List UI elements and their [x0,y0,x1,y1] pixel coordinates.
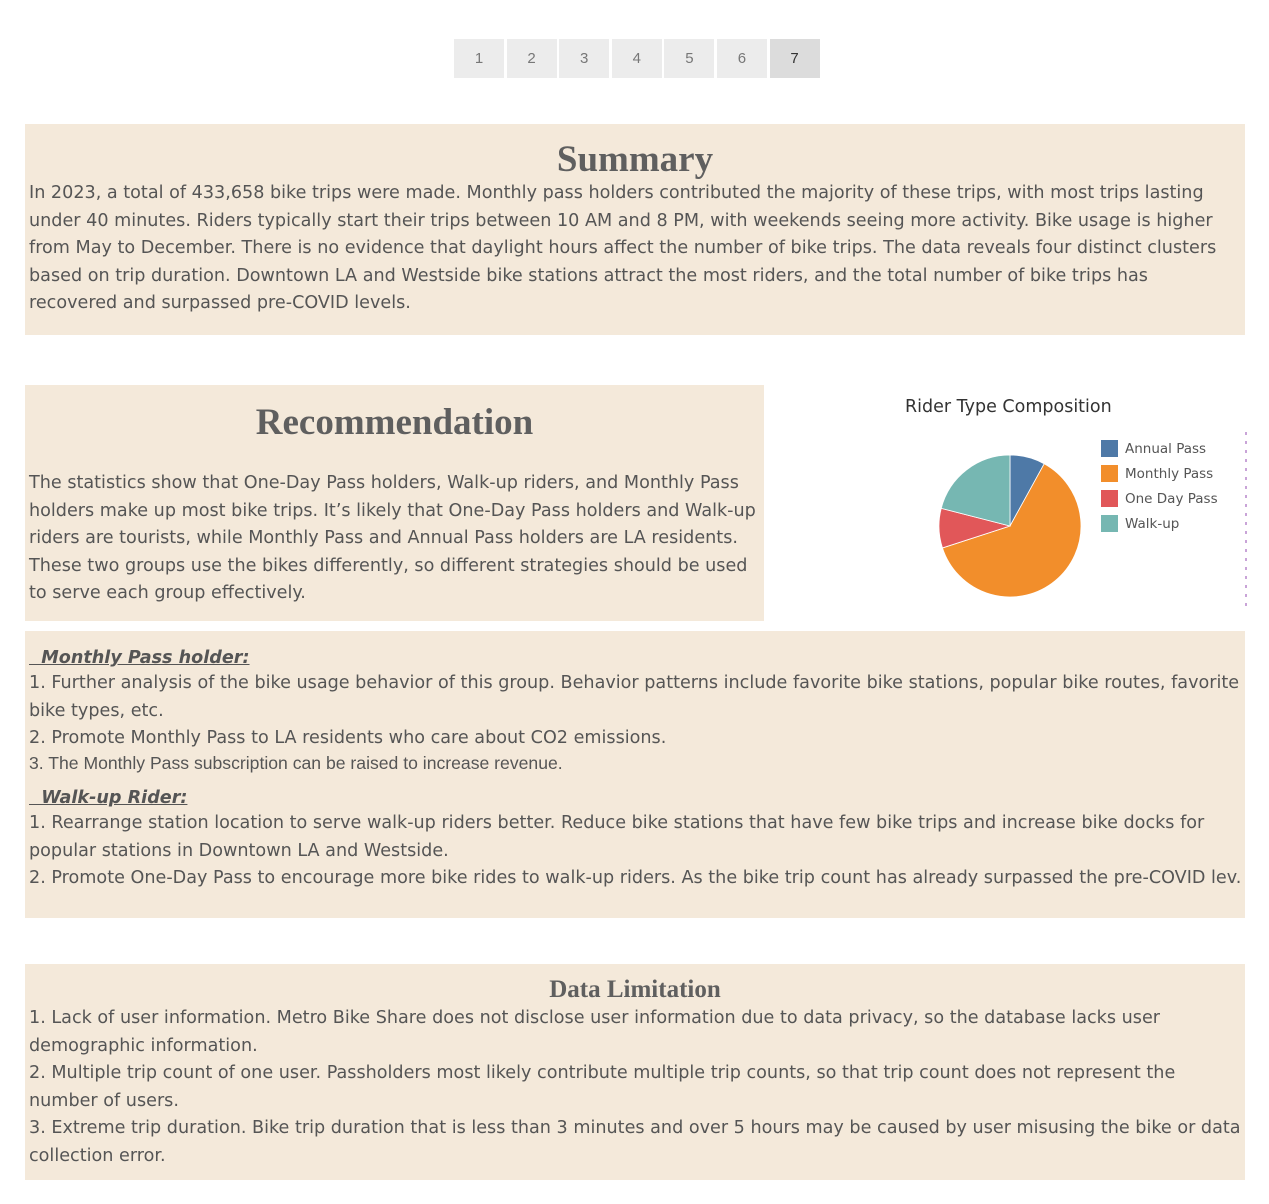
legend-swatch-monthly-pass [1101,465,1118,482]
legend-label: One Day Pass [1125,490,1218,507]
walk-up-item-1: 1. Rearrange station location to serve w… [29,813,1205,861]
rider-type-pie-chart: Rider Type Composition Annual Pass Month… [895,395,1245,625]
walk-up-heading: Walk-up Rider: [29,788,188,808]
monthly-item-1: 1. Further analysis of the bike usage be… [29,673,1240,721]
legend-label: Annual Pass [1125,440,1207,457]
limitation-title: Data Limitation [549,976,721,1003]
legend-item[interactable]: Walk-up [1101,511,1218,536]
summary-text: In 2023, a total of 433,658 bike trips w… [29,183,1217,313]
legend-item[interactable]: One Day Pass [1101,486,1218,511]
limitation-item-1: 1. Lack of user information. Metro Bike … [29,1008,1160,1056]
pagination: 1 2 3 4 5 6 7 [454,39,822,78]
walk-up-item-2: 2. Promote One-Day Pass to encourage mor… [29,868,1241,888]
page-button-7[interactable]: 7 [769,39,820,78]
limitation-item-2: 2. Multiple trip count of one user. Pass… [29,1063,1176,1111]
chart-legend: Annual Pass Monthly Pass One Day Pass Wa… [1101,436,1218,536]
legend-label: Walk-up [1125,515,1180,532]
monthly-item-3: 3. The Monthly Pass subscription can be … [29,753,563,773]
page-button-1[interactable]: 1 [454,39,504,78]
recommendation-text: The statistics show that One-Day Pass ho… [29,473,756,603]
legend-item[interactable]: Annual Pass [1101,436,1218,461]
page-button-3[interactable]: 3 [559,39,610,78]
strategy-panel: Monthly Pass holder: 1. Further analysis… [25,631,1245,918]
legend-item[interactable]: Monthly Pass [1101,461,1218,486]
legend-label: Monthly Pass [1125,465,1214,482]
pie-svg [938,454,1082,598]
recommendation-panel: Recommendation The statistics show that … [25,385,764,621]
dotted-edge-divider [1245,432,1247,612]
legend-swatch-annual-pass [1101,440,1118,457]
data-limitation-panel: Data Limitation 1. Lack of user informat… [25,964,1245,1180]
legend-swatch-one-day-pass [1101,490,1118,507]
monthly-item-2: 2. Promote Monthly Pass to LA residents … [29,728,667,748]
limitation-item-3: 3. Extreme trip duration. Bike trip dura… [29,1118,1241,1166]
page-button-5[interactable]: 5 [664,39,715,78]
page-button-4[interactable]: 4 [611,39,662,78]
summary-panel: Summary In 2023, a total of 433,658 bike… [25,124,1245,335]
recommendation-title: Recommendation [255,402,534,443]
page-button-2[interactable]: 2 [506,39,557,78]
summary-title: Summary [556,139,714,180]
page-button-6[interactable]: 6 [716,39,767,78]
legend-swatch-walk-up [1101,515,1118,532]
monthly-pass-heading: Monthly Pass holder: [29,648,250,668]
